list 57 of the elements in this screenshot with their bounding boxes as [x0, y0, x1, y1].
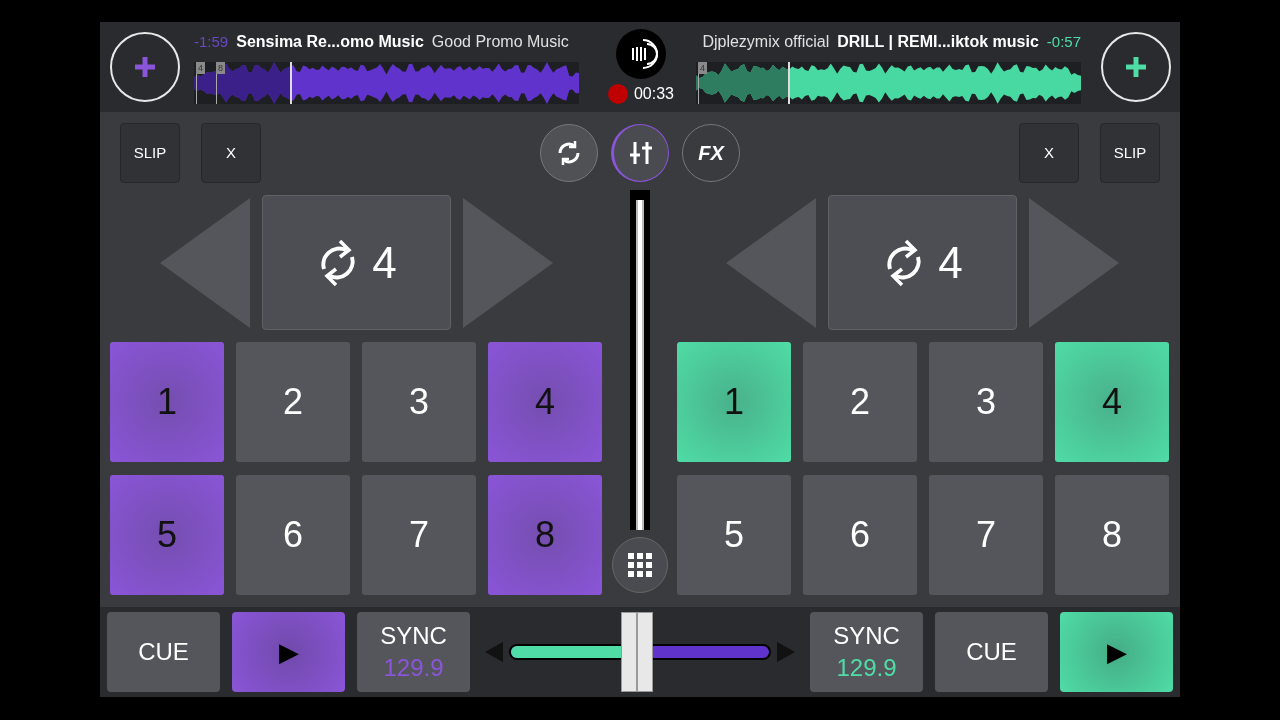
cue-button[interactable]: CUE [935, 612, 1048, 692]
playhead[interactable] [788, 62, 791, 104]
record-time: 00:33 [633, 83, 674, 104]
hot-cue-pad[interactable]: 6 [236, 475, 350, 595]
add-track-button[interactable] [1101, 32, 1171, 102]
hot-cue-pad[interactable]: 8 [1055, 475, 1169, 595]
hot-cue-pad[interactable]: 7 [362, 475, 476, 595]
crossfader-thumb[interactable] [621, 612, 654, 692]
hot-cue-pad[interactable]: 3 [362, 342, 476, 462]
hot-cue-pad[interactable]: 2 [803, 342, 917, 462]
sync-label: SYNC [380, 622, 447, 650]
tool-button[interactable] [611, 124, 669, 182]
time-remaining: -1:59 [194, 31, 229, 52]
hot-cue-pad[interactable]: 2 [236, 342, 350, 462]
loop-length: 4 [372, 236, 397, 289]
playhead[interactable] [290, 62, 293, 104]
hot-cue-pad[interactable]: 7 [929, 475, 1043, 595]
loop-length-button[interactable]: 4 [262, 195, 451, 330]
cue-button[interactable]: CUE [107, 612, 220, 692]
left-arrow-icon [485, 642, 503, 662]
mixer-icon [627, 139, 655, 167]
time-remaining: -0:57 [1046, 31, 1081, 52]
bpm-value: 129.9 [383, 654, 444, 682]
grid-icon [627, 552, 653, 578]
loop-length: 4 [938, 236, 963, 289]
tool-button[interactable]: FX [682, 124, 740, 182]
sync-button[interactable]: SYNC 129.9 [357, 612, 470, 692]
plus-icon [1124, 55, 1148, 79]
hot-cue-pad[interactable]: 4 [1055, 342, 1169, 462]
track-title: Sensima Re...omo Music [236, 32, 424, 52]
deck-toggle-button[interactable]: SLIP [1100, 123, 1160, 183]
waveform[interactable]: 4 8 [194, 62, 579, 104]
plus-icon [133, 55, 157, 79]
loop-length-button[interactable]: 4 [828, 195, 1017, 330]
cue-marker[interactable]: 8 [216, 62, 225, 74]
hot-cue-pad[interactable]: 3 [929, 342, 1043, 462]
bpm-value: 129.9 [836, 654, 897, 682]
volume-fader[interactable] [630, 190, 650, 530]
deck-toggle-button[interactable]: X [201, 123, 261, 183]
sync-button[interactable]: SYNC 129.9 [810, 612, 923, 692]
cue-marker[interactable]: 4 [698, 62, 707, 74]
track-title: DRILL | REMI...iktok music [837, 32, 1039, 52]
sync-label: SYNC [833, 622, 900, 650]
add-track-button[interactable] [110, 32, 180, 102]
track-artist: Djplezymix official [702, 32, 830, 52]
hot-cue-pad[interactable]: 1 [677, 342, 791, 462]
hot-cue-pad[interactable]: 6 [803, 475, 917, 595]
waveform[interactable]: 4 [696, 62, 1081, 104]
cue-marker[interactable]: 4 [196, 62, 205, 74]
track-artist: Good Promo Music [431, 32, 569, 52]
pads-grid-button[interactable] [612, 537, 668, 593]
crossfader[interactable] [509, 612, 771, 692]
deck-toggle-button[interactable]: SLIP [120, 123, 180, 183]
right-arrow-icon [777, 642, 795, 662]
deck-toggle-button[interactable]: X [1019, 123, 1079, 183]
hot-cue-pad[interactable]: 5 [677, 475, 791, 595]
play-button[interactable]: ▶ [1060, 612, 1173, 692]
